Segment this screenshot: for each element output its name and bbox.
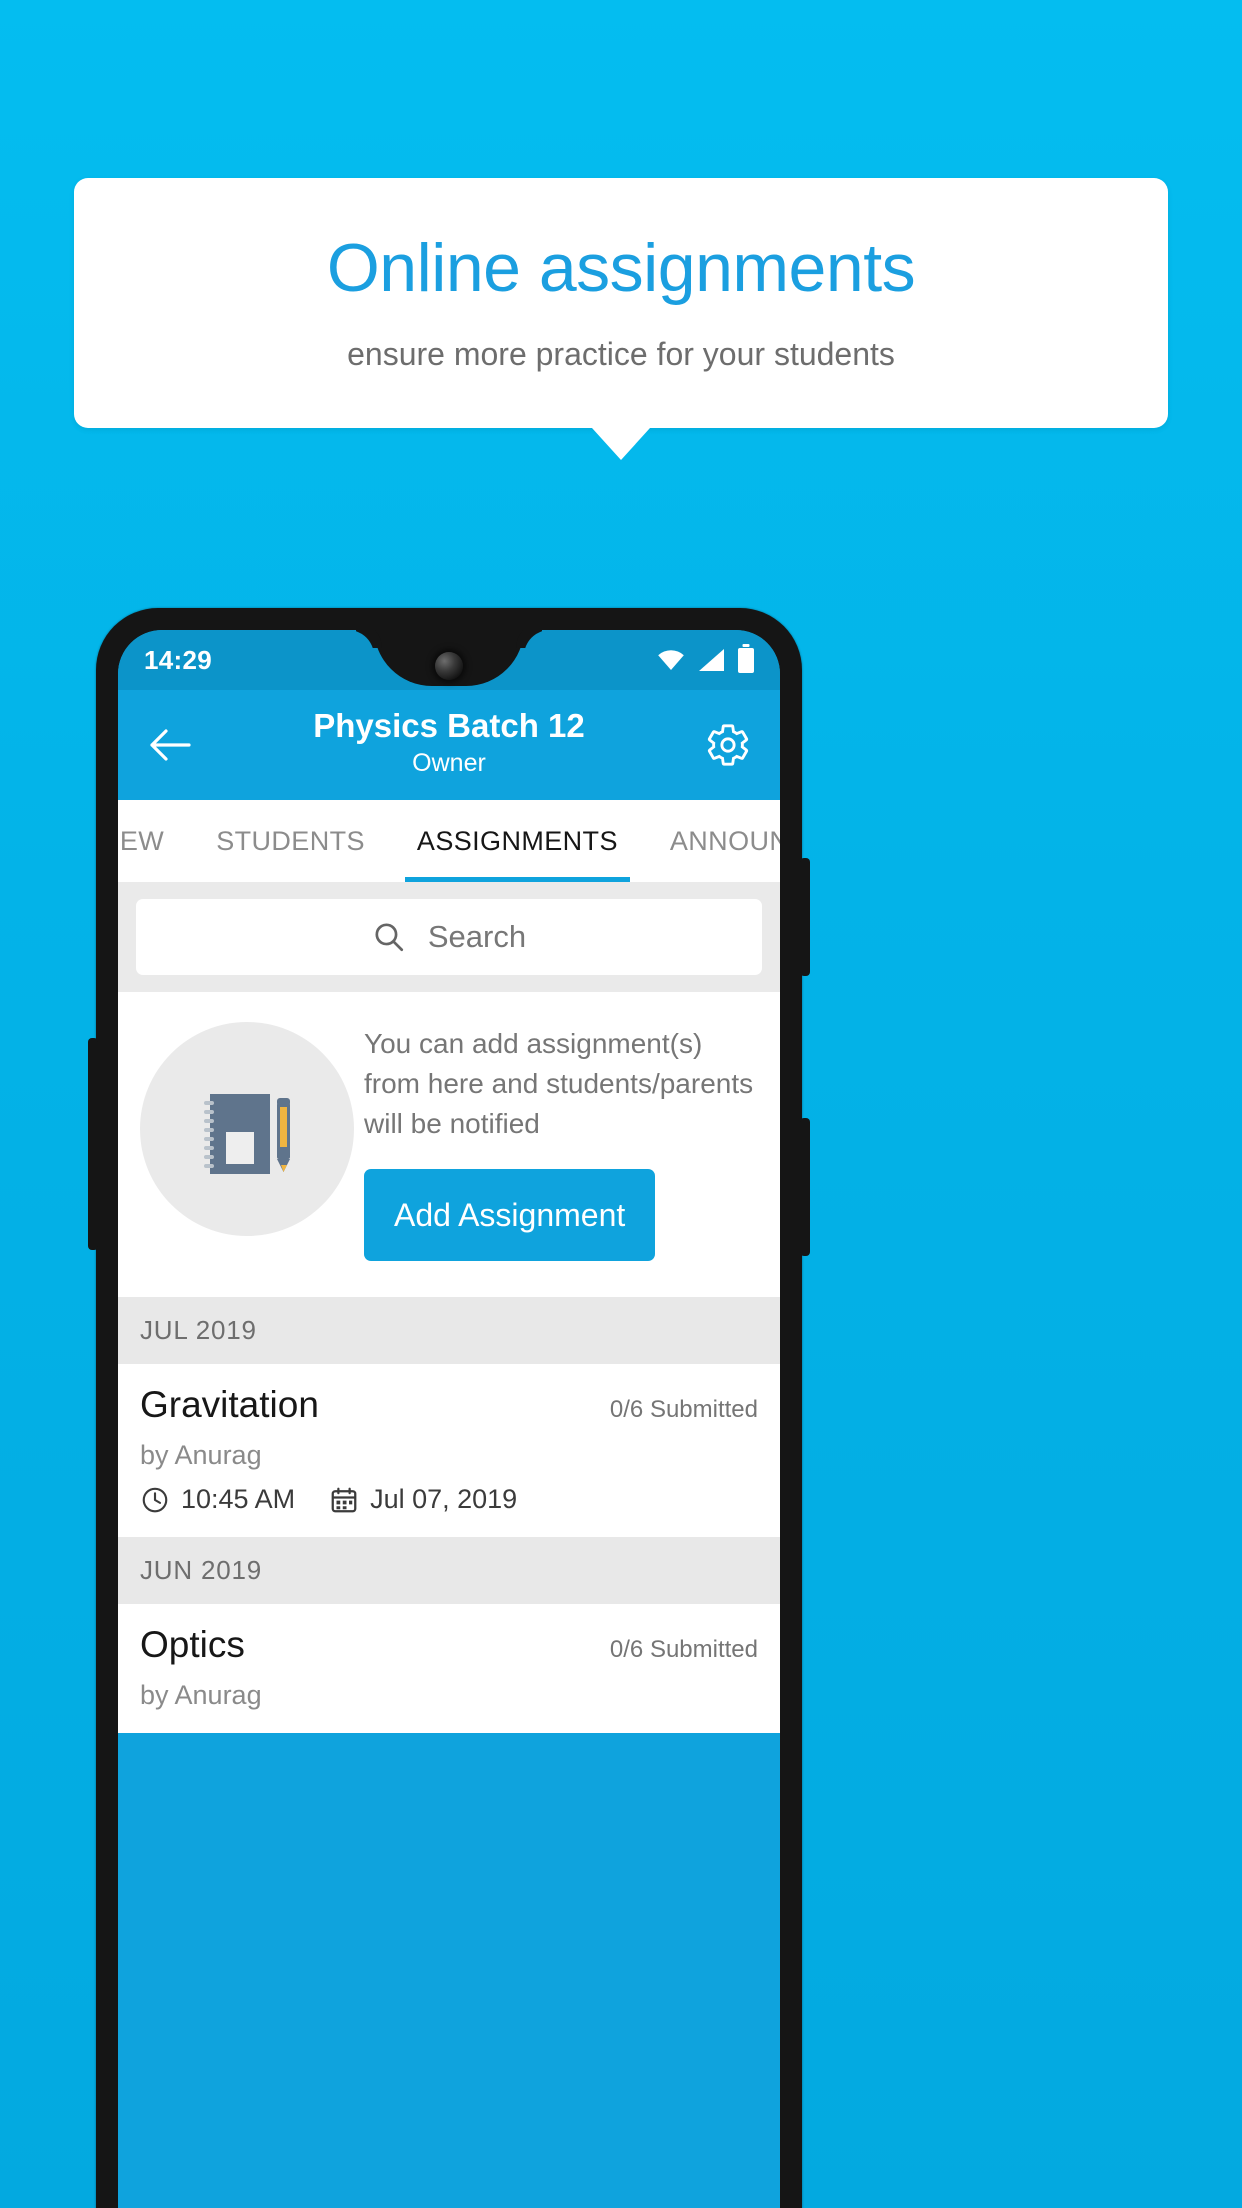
assignment-meta: 10:45 AM Jul 07, 2019 (140, 1484, 758, 1515)
back-arrow-icon (150, 729, 191, 761)
settings-button[interactable] (700, 717, 756, 773)
status-time: 14:29 (144, 644, 212, 675)
tab-bar[interactable]: IEW STUDENTS ASSIGNMENTS ANNOUNCEM (118, 800, 780, 882)
tab-assignments[interactable]: ASSIGNMENTS (391, 800, 644, 882)
tab-students[interactable]: STUDENTS (190, 800, 391, 882)
clock-icon (142, 1487, 168, 1513)
wifi-icon (658, 650, 684, 670)
assignment-title: Gravitation (140, 1384, 319, 1426)
empty-state-card: You can add assignment(s) from here and … (118, 992, 780, 1298)
search-placeholder: Search (427, 919, 527, 954)
page-subtitle: Owner (412, 748, 486, 777)
tab-overview-label: IEW (118, 825, 165, 856)
assignment-submitted-count: 0/6 Submitted (609, 1636, 758, 1664)
search-container: Search (118, 882, 780, 992)
status-icons (657, 647, 754, 673)
section-header-jun: JUN 2019 (118, 1537, 780, 1605)
assignment-author: by Anurag (140, 1440, 262, 1471)
assignment-time: 10:45 AM (181, 1484, 296, 1515)
assignment-header: Gravitation 0/6 Submitted (140, 1384, 758, 1426)
promo-screenshot: Online assignments ensure more practice … (0, 0, 1242, 2208)
signal-icon (699, 649, 724, 671)
assignment-title: Optics (140, 1624, 245, 1666)
calendar-icon (331, 1487, 357, 1513)
tab-announcements[interactable]: ANNOUNCEM (644, 800, 780, 882)
promo-bubble-tail (592, 428, 650, 460)
tab-students-label: STUDENTS (216, 825, 365, 856)
promo-subtitle: ensure more practice for your students (347, 335, 895, 372)
notebook-pen-icon (140, 1022, 354, 1236)
tab-announcements-label: ANNOUNCEM (669, 825, 780, 856)
promo-bubble: Online assignments ensure more practice … (74, 178, 1168, 428)
app-bar: Physics Batch 12 Owner (118, 690, 780, 800)
volume-down-button[interactable] (88, 1038, 98, 1250)
phone-screen: 14:29 Physics Batch 12 Owner EW STUDENTS… (118, 630, 780, 2208)
assignment-header: Optics 0/6 Submitted (140, 1624, 758, 1666)
assignment-row-gravitation[interactable]: Gravitation 0/6 Submitted by Anurag 10:4… (118, 1364, 780, 1538)
add-assignment-button[interactable]: Add Assignment (364, 1169, 656, 1262)
assignment-submitted-count: 0/6 Submitted (609, 1396, 758, 1424)
empty-state-content: You can add assignment(s) from here and … (364, 1018, 758, 1262)
search-icon (375, 923, 403, 952)
status-bar: 14:29 (118, 630, 780, 690)
gear-icon (707, 724, 749, 766)
battery-icon (738, 647, 754, 673)
back-button[interactable] (142, 717, 198, 773)
page-title: Physics Batch 12 (313, 706, 585, 744)
assignment-date: Jul 07, 2019 (370, 1484, 518, 1515)
tab-assignments-label: ASSIGNMENTS (416, 825, 618, 856)
promo-title: Online assignments (326, 229, 916, 306)
app-bar-titles: Physics Batch 12 Owner (198, 707, 700, 783)
tab-overview[interactable]: IEW (118, 800, 190, 882)
power-button[interactable] (800, 858, 810, 976)
assignment-row-optics[interactable]: Optics 0/6 Submitted by Anurag (118, 1604, 780, 1734)
phone-frame: 14:29 Physics Batch 12 Owner EW STUDENTS… (88, 608, 810, 2208)
section-header-jul: JUL 2019 (118, 1297, 780, 1365)
search-input[interactable]: Search (136, 899, 762, 975)
empty-state-text: You can add assignment(s) from here and … (364, 1028, 754, 1139)
assignment-author: by Anurag (140, 1680, 262, 1711)
volume-up-button[interactable] (800, 1118, 810, 1256)
